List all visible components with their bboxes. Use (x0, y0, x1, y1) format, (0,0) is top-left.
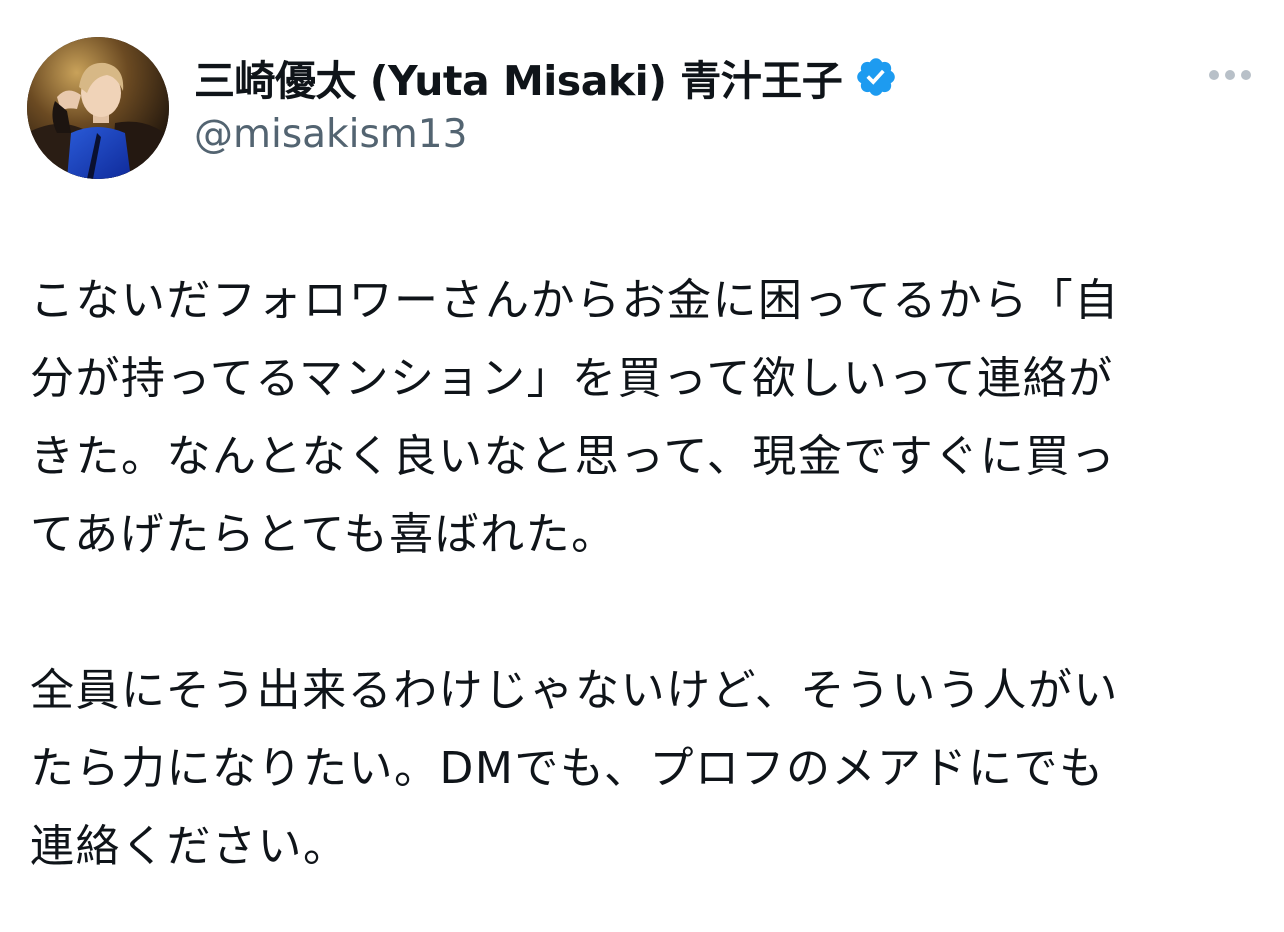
verified-badge-icon[interactable] (854, 55, 898, 99)
tweet-card: 三崎優太 (Yuta Misaki) 青汁王子 @misakism13 こないだ… (0, 0, 1284, 932)
avatar-image (27, 37, 169, 179)
author-name-row[interactable]: 三崎優太 (Yuta Misaki) 青汁王子 (194, 52, 898, 105)
avatar[interactable] (27, 37, 169, 179)
tweet-text: こないだフォロワーさんからお金に困ってるから「自 分が持ってるマンション」を買っ… (30, 262, 1245, 886)
more-options-icon[interactable] (1206, 60, 1254, 90)
tweet-paragraph: 全員にそう出来るわけじゃないけど、そういう人がい たら力になりたい。DMでも、プ… (30, 665, 1119, 872)
display-name[interactable]: 三崎優太 (Yuta Misaki) 青汁王子 (194, 47, 843, 107)
tweet-paragraph: こないだフォロワーさんからお金に困ってるから「自 分が持ってるマンション」を買っ… (30, 275, 1120, 560)
author-handle[interactable]: @misakism13 (194, 112, 467, 157)
